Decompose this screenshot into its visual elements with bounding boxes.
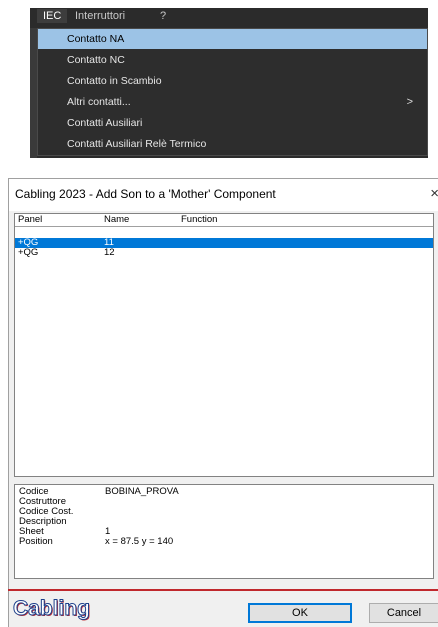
table-row[interactable]: +QG 12 (15, 248, 433, 258)
menu-bar: IEC Interruttori ? (30, 8, 428, 28)
chevron-right-icon: > (406, 96, 413, 108)
component-list[interactable]: Panel Name Function +QG 11 +QG 12 (14, 213, 434, 477)
info-value-position: x = 87.5 y = 140 (105, 536, 174, 547)
menu-screenshot: IEC Interruttori ? Contatto NA Contatto … (30, 8, 428, 158)
menu-item-contatto-na[interactable]: Contatto NA (38, 29, 427, 49)
divider-line (8, 589, 438, 591)
left-strip (30, 28, 37, 158)
menu-item-label: Contatto in Scambio (67, 75, 162, 87)
column-header-panel[interactable]: Panel (18, 214, 42, 225)
menu-interruttori[interactable]: Interruttori (75, 10, 125, 22)
menu-item-contatto-scambio[interactable]: Contatto in Scambio (38, 71, 427, 91)
menu-item-label: Contatto NC (67, 54, 125, 66)
menu-iec[interactable]: IEC (37, 9, 68, 23)
cabling-logo: Cabling (13, 597, 91, 621)
info-value-codice: BOBINA_PROVA (105, 486, 179, 497)
row-panel: +QG (18, 247, 39, 258)
row-name: 12 (104, 247, 115, 258)
column-header-function[interactable]: Function (181, 214, 217, 225)
dropdown-menu: Contatto NA Contatto NC Contatto in Scam… (37, 28, 428, 156)
column-header-name[interactable]: Name (104, 214, 129, 225)
dialog-title: Cabling 2023 - Add Son to a 'Mother' Com… (15, 187, 276, 201)
info-label-position: Position (19, 536, 53, 547)
dialog-titlebar: Cabling 2023 - Add Son to a 'Mother' Com… (9, 179, 438, 211)
cancel-button[interactable]: Cancel (369, 603, 438, 623)
menu-item-altri-contatti[interactable]: Altri contatti... > (38, 92, 427, 112)
list-header: Panel Name Function (15, 214, 433, 227)
ok-button[interactable]: OK (248, 603, 352, 623)
menu-item-label: Contatti Ausiliari Relè Termico (67, 138, 207, 150)
menu-item-label: Contatti Ausiliari (67, 117, 143, 129)
table-row[interactable]: +QG 11 (15, 238, 433, 248)
add-son-dialog: Cabling 2023 - Add Son to a 'Mother' Com… (8, 178, 438, 627)
menu-item-label: Contatto NA (67, 33, 125, 45)
menu-item-label: Altri contatti... (67, 96, 131, 108)
menu-item-contatto-nc[interactable]: Contatto NC (38, 50, 427, 70)
close-icon[interactable]: × (430, 185, 438, 202)
info-panel: Codice BOBINA_PROVA Costruttore Codice C… (14, 484, 434, 579)
menu-item-contatti-ausiliari-rele[interactable]: Contatti Ausiliari Relè Termico (38, 134, 427, 154)
menu-help[interactable]: ? (160, 10, 166, 22)
menu-item-contatti-ausiliari[interactable]: Contatti Ausiliari (38, 113, 427, 133)
